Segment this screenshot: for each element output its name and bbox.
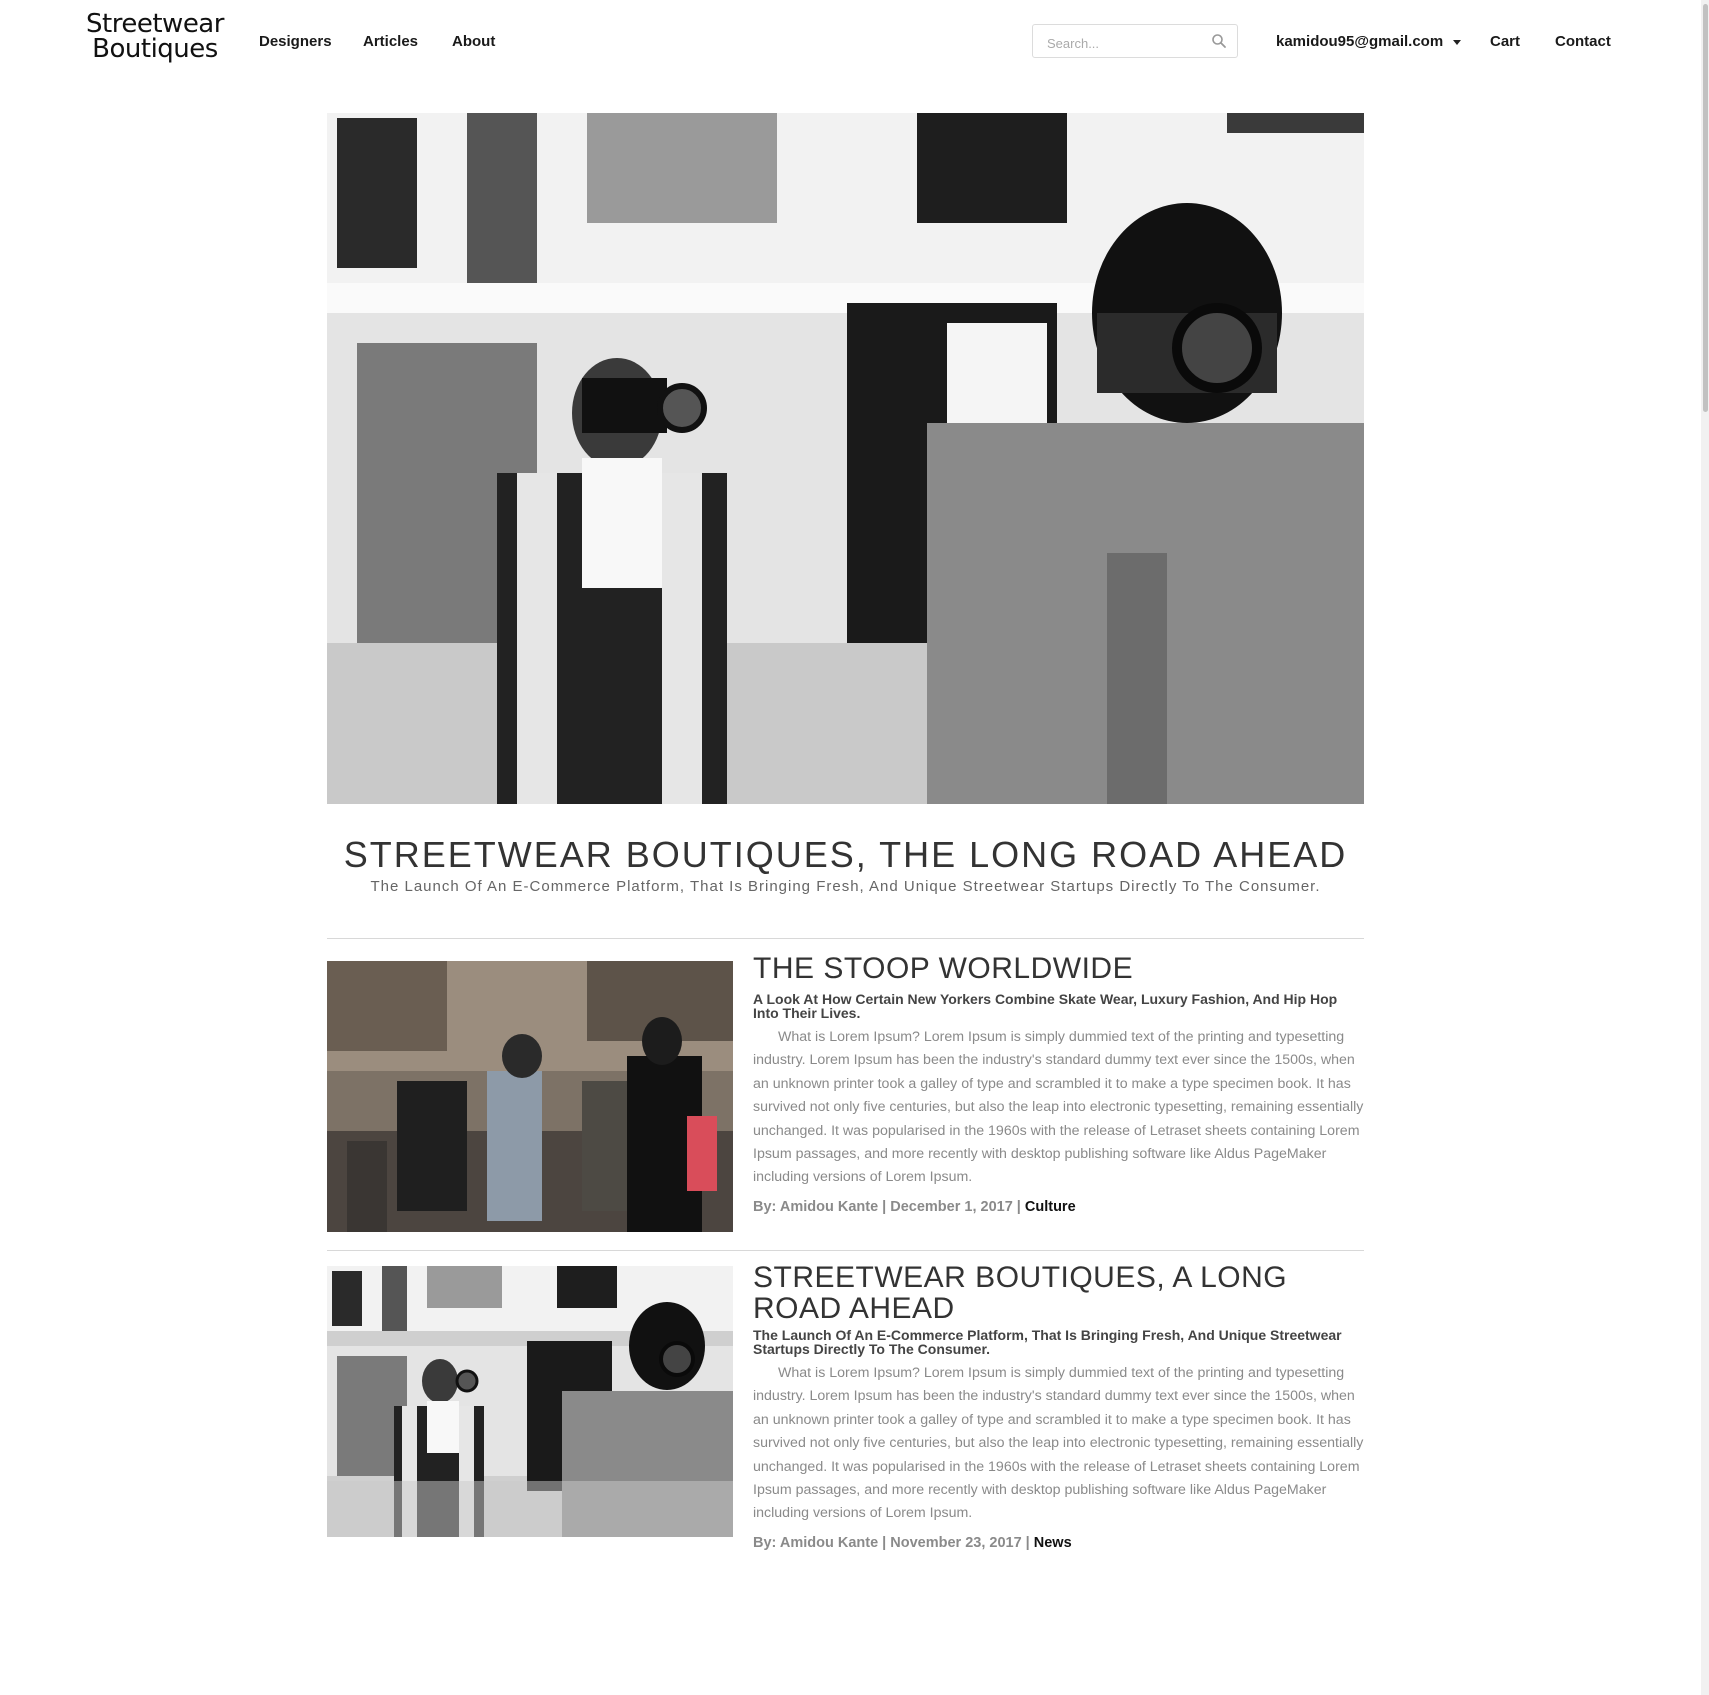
hero-subtitle: The Launch Of An E-Commerce Platform, Th… xyxy=(370,878,1321,895)
article-byline: By: Amidou Kante | December 1, 2017 | xyxy=(753,1199,1025,1215)
article-subtitle: A Look At How Certain New Yorkers Combin… xyxy=(753,991,1338,1021)
article-title[interactable]: STREETWEAR BOUTIQUES, A LONG ROAD AHEAD xyxy=(753,1262,1364,1324)
cart-link[interactable]: Cart xyxy=(1490,33,1520,50)
article-category-link[interactable]: Culture xyxy=(1025,1199,1076,1215)
hero-title: STREETWEAR BOUTIQUES, THE LONG ROAD AHEA… xyxy=(343,834,1348,875)
article-image[interactable] xyxy=(327,1266,733,1537)
section-divider xyxy=(327,938,1364,939)
chevron-down-icon xyxy=(1453,39,1462,45)
scrollbar-thumb[interactable] xyxy=(1703,4,1708,412)
search-box xyxy=(1032,24,1238,58)
contact-link[interactable]: Contact xyxy=(1555,33,1611,50)
article-excerpt: What is Lorem Ipsum? Lorem Ipsum is simp… xyxy=(753,1365,1364,1522)
hero-photo xyxy=(327,113,1364,804)
site-header: Streetwear Boutiques Designers Articles … xyxy=(0,0,1709,90)
nav-about[interactable]: About xyxy=(452,33,495,50)
nav-articles[interactable]: Articles xyxy=(363,33,418,50)
article-meta: By: Amidou Kante | November 23, 2017 | N… xyxy=(753,1535,1364,1551)
user-email: kamidou95@gmail.com xyxy=(1276,33,1444,50)
article-divider xyxy=(327,1250,1364,1251)
article-subtitle: The Launch Of An E-Commerce Platform, Th… xyxy=(753,1327,1342,1357)
article-image[interactable] xyxy=(327,961,733,1232)
search-icon[interactable] xyxy=(1211,33,1227,49)
nav-designers[interactable]: Designers xyxy=(259,33,332,50)
site-logo[interactable]: Streetwear Boutiques xyxy=(80,11,230,64)
logo-line-2: Boutiques xyxy=(92,34,218,64)
user-account-menu[interactable]: kamidou95@gmail.com xyxy=(1276,33,1462,50)
article-photo xyxy=(327,1266,733,1537)
article-category-link[interactable]: News xyxy=(1034,1535,1072,1551)
article-photo xyxy=(327,961,733,1232)
article-excerpt: What is Lorem Ipsum? Lorem Ipsum is simp… xyxy=(753,1029,1364,1186)
hero-image[interactable] xyxy=(327,113,1364,804)
article-meta: By: Amidou Kante | December 1, 2017 | Cu… xyxy=(753,1199,1364,1215)
article-byline: By: Amidou Kante | November 23, 2017 | xyxy=(753,1535,1034,1551)
article-title[interactable]: THE STOOP WORLDWIDE xyxy=(753,953,1364,984)
search-input[interactable] xyxy=(1045,32,1199,54)
